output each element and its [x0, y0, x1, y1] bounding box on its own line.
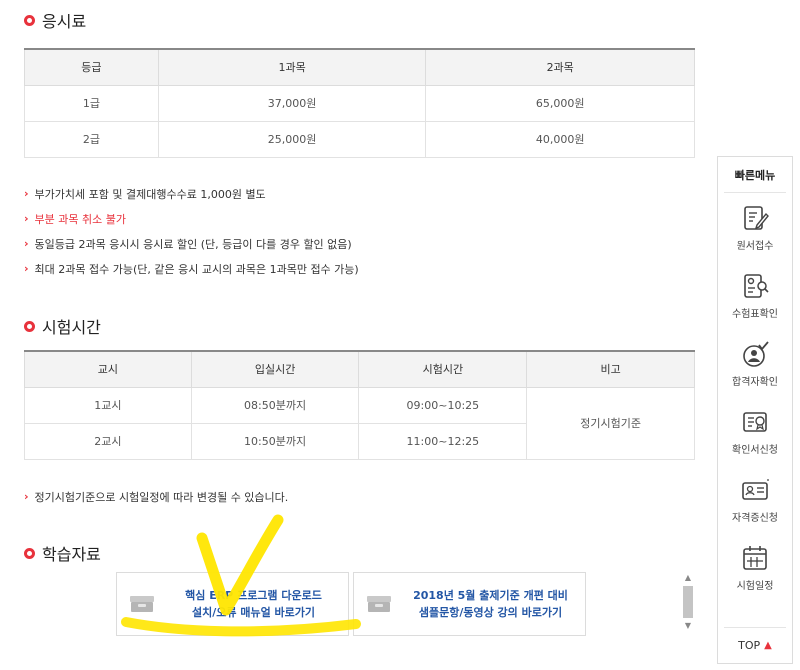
red-circle-bullet-icon [24, 547, 35, 559]
table-row: 2급 25,000원 40,000원 [24, 120, 695, 158]
materials-section-title: 학습자료 [24, 541, 101, 565]
chevron-right-icon: › [24, 212, 29, 225]
table-row: 1급 37,000원 65,000원 [24, 84, 695, 122]
table-row: 1교시 08:50분까지 09:00~10:25 정기시험기준 [24, 386, 695, 460]
remark-cell: 정기시험기준 [526, 386, 695, 460]
red-circle-bullet-icon [24, 320, 35, 332]
scroll-to-top-button[interactable]: TOP ▲ [724, 627, 786, 663]
archive-box-icon [366, 595, 392, 613]
quick-item-admission-ticket[interactable]: 수험표확인 [718, 261, 792, 329]
calendar-icon [743, 545, 767, 570]
application-pen-icon [744, 205, 769, 230]
time-table-header-row: 교시 입실시간 시험시간 비고 [24, 350, 695, 388]
chevron-right-icon: › [24, 262, 29, 275]
quick-item-application[interactable]: 원서접수 [718, 193, 792, 261]
time-section-title: 시험시간 [24, 314, 101, 338]
sample-questions-card[interactable]: 2018년 5월 출제기준 개편 대비 샘플문항/동영상 강의 바로가기 [353, 572, 586, 636]
list-item: › 동일등급 2과목 응시시 응시료 할인 (단, 등급이 다를 경우 할인 없음… [24, 237, 352, 251]
time-notes: › 정기시험기준으로 시험일정에 따라 변경될 수 있습니다. [24, 484, 288, 509]
fee-table-header-row: 등급 1과목 2과목 [24, 48, 695, 86]
list-item: › 정기시험기준으로 시험일정에 따라 변경될 수 있습니다. [24, 490, 289, 504]
quick-item-calendar[interactable]: 시험일정 [718, 533, 792, 601]
fee-notes: › 부가가치세 포함 및 결제대행수수료 1,000원 별도 › 부분 과목 취소 … [24, 181, 359, 281]
scroll-thumb[interactable] [683, 586, 693, 618]
admission-ticket-icon [744, 273, 769, 298]
time-table: 교시 입실시간 시험시간 비고 1교시 08:50분까지 09:00~10:25… [24, 350, 695, 460]
certificate-request-icon [743, 411, 767, 432]
list-item: › 최대 2과목 접수 가능(단, 같은 응시 교시의 과목은 1과목만 접수 가… [24, 262, 359, 276]
chevron-right-icon: › [24, 187, 29, 200]
quick-item-pass-check[interactable]: 합격자확인 [718, 329, 792, 397]
license-card-icon [742, 478, 769, 500]
chevron-right-icon: › [24, 237, 29, 250]
fee-section-title: 응시료 [24, 8, 86, 32]
quick-item-certificate-request[interactable]: 확인서신청 [718, 397, 792, 465]
arrow-up-icon: ▲ [764, 640, 772, 651]
fee-table: 등급 1과목 2과목 1급 37,000원 65,000원 2급 25,000원… [24, 48, 695, 158]
quick-menu-title: 빠른메뉴 [724, 157, 786, 193]
red-circle-bullet-icon [24, 14, 35, 26]
scroll-up-arrow-icon[interactable]: ▲ [682, 572, 694, 584]
materials-scrollbar[interactable]: ▲ ▼ [682, 572, 694, 636]
scroll-down-arrow-icon[interactable]: ▼ [682, 620, 694, 632]
quick-item-license-card[interactable]: 자격증신청 [718, 465, 792, 533]
erp-download-card[interactable]: 핵심 ERP 프로그램 다운로드 설치/오류 매뉴얼 바로가기 [116, 572, 349, 636]
pass-check-icon [743, 340, 769, 367]
quick-menu: 빠른메뉴 원서접수 수험표확인 합격자확인 확인서신청 자격증신청 시험일정 T… [717, 156, 793, 664]
archive-box-icon [129, 595, 155, 613]
list-item: › 부가가치세 포함 및 결제대행수수료 1,000원 별도 [24, 187, 266, 201]
list-item: › 부분 과목 취소 불가 [24, 212, 126, 226]
chevron-right-icon: › [24, 490, 29, 503]
